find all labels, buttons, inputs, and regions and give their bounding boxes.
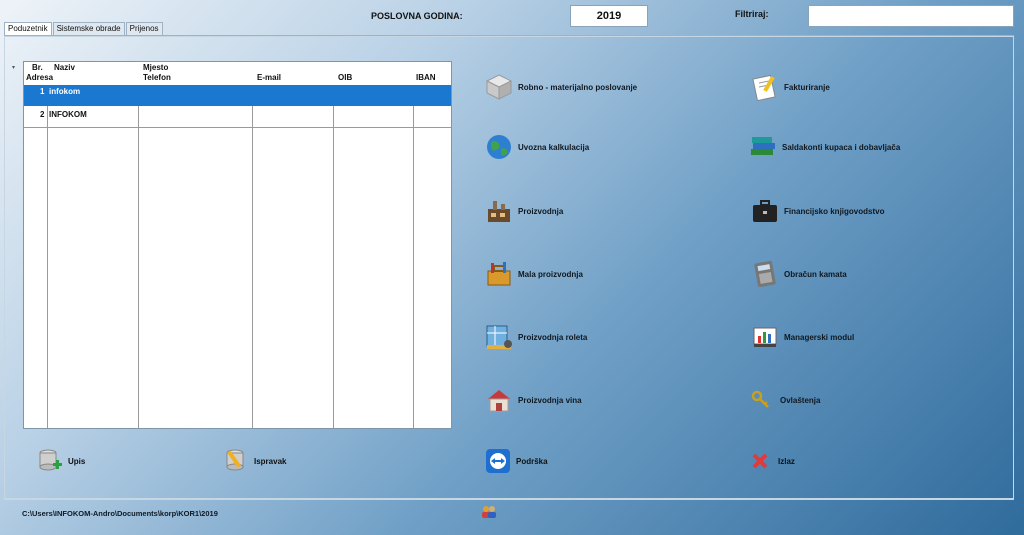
col-header-telefon[interactable]: Telefon bbox=[143, 73, 171, 83]
col-header-email[interactable]: E-mail bbox=[257, 73, 281, 83]
filter-input[interactable] bbox=[808, 5, 1014, 27]
izlaz-label: Izlaz bbox=[778, 456, 795, 466]
table-row[interactable]: 2 INFOKOM bbox=[24, 106, 451, 128]
cube-icon bbox=[484, 72, 514, 102]
col-header-mjesto[interactable]: Mjesto bbox=[143, 63, 168, 73]
col-header-br[interactable]: Br. bbox=[32, 63, 43, 73]
tab-sistemske-obrade[interactable]: Sistemske obrade bbox=[52, 22, 125, 35]
module-obracun-kamata[interactable]: Obračun kamata bbox=[750, 259, 847, 289]
status-divider bbox=[4, 499, 1014, 500]
podrska-label: Podrška bbox=[516, 456, 548, 466]
module-label: Obračun kamata bbox=[784, 269, 847, 279]
module-proizvodnja-roleta[interactable]: Proizvodnja roleta bbox=[484, 322, 587, 352]
module-proizvodnja[interactable]: Proizvodnja bbox=[484, 196, 563, 226]
globe-icon bbox=[484, 132, 514, 162]
module-label: Proizvodnja roleta bbox=[518, 332, 588, 342]
table-row[interactable]: 1 infokom bbox=[24, 85, 451, 106]
key-icon bbox=[746, 385, 776, 415]
tab-prijenos[interactable]: Prijenos bbox=[125, 22, 163, 35]
database-add-icon bbox=[36, 447, 64, 475]
module-saldakonti[interactable]: Saldakonti kupaca i dobavljača bbox=[748, 132, 900, 162]
tab-strip: Poduzetnik Sistemske obrade Prijenos bbox=[4, 22, 164, 35]
module-label: Proizvodnja vina bbox=[518, 395, 582, 405]
upis-button[interactable]: Upis bbox=[36, 447, 85, 475]
books-icon bbox=[748, 132, 778, 162]
module-managerski-modul[interactable]: Managerski modul bbox=[750, 322, 854, 352]
module-label: Robno - materijalno poslovanje bbox=[518, 82, 638, 92]
cell-naziv: INFOKOM bbox=[49, 110, 87, 119]
module-proizvodnja-vina[interactable]: Proizvodnja vina bbox=[484, 385, 582, 415]
col-header-oib[interactable]: OIB bbox=[338, 73, 352, 83]
col-header-naziv[interactable]: Naziv bbox=[54, 63, 75, 73]
fiscal-year-field[interactable]: 2019 bbox=[570, 5, 648, 27]
teamviewer-icon bbox=[484, 447, 512, 475]
database-edit-icon bbox=[222, 447, 250, 475]
module-label: Ovlaštenja bbox=[780, 395, 821, 405]
cell-br: 2 bbox=[40, 110, 45, 119]
calculator-icon bbox=[750, 259, 780, 289]
row-indicator-icon: ▾ bbox=[12, 65, 16, 71]
close-icon bbox=[746, 447, 774, 475]
module-label: Fakturiranje bbox=[784, 82, 830, 92]
house-icon bbox=[484, 385, 514, 415]
cell-naziv: infokom bbox=[49, 87, 81, 96]
module-label: Mala proizvodnja bbox=[518, 269, 583, 279]
module-label: Saldakonti kupaca i dobavljača bbox=[782, 142, 901, 152]
cell-br: 1 bbox=[40, 87, 45, 96]
fiscal-year-label: POSLOVNA GODINA: bbox=[371, 11, 463, 21]
tab-poduzetnik[interactable]: Poduzetnik bbox=[4, 22, 52, 35]
module-financijsko-knjigovodstvo[interactable]: Financijsko knjigovodstvo bbox=[750, 196, 884, 226]
filter-label: Filtriraj: bbox=[735, 9, 769, 19]
blueprint-icon bbox=[484, 322, 514, 352]
izlaz-button[interactable]: Izlaz bbox=[746, 447, 795, 475]
module-label: Uvozna kalkulacija bbox=[518, 142, 590, 152]
ispravak-button[interactable]: Ispravak bbox=[222, 447, 286, 475]
module-label: Financijsko knjigovodstvo bbox=[784, 206, 885, 216]
chart-icon bbox=[750, 322, 780, 352]
module-mala-proizvodnja[interactable]: Mala proizvodnja bbox=[484, 259, 583, 289]
module-fakturiranje[interactable]: Fakturiranje bbox=[750, 72, 830, 102]
company-grid[interactable]: Br. Naziv Mjesto Adresa Telefon E-mail O… bbox=[23, 61, 452, 429]
users-icon[interactable] bbox=[481, 505, 497, 521]
toolbox-icon bbox=[484, 259, 514, 289]
module-robno-materijalno[interactable]: Robno - materijalno poslovanje bbox=[484, 72, 637, 102]
grid-header: Br. Naziv Mjesto Adresa Telefon E-mail O… bbox=[24, 62, 451, 86]
podrska-button[interactable]: Podrška bbox=[484, 447, 548, 475]
factory-icon bbox=[484, 196, 514, 226]
ispravak-label: Ispravak bbox=[254, 456, 287, 466]
upis-label: Upis bbox=[68, 456, 86, 466]
col-header-iban[interactable]: IBAN bbox=[416, 73, 436, 83]
module-ovlastenja[interactable]: Ovlaštenja bbox=[746, 385, 820, 415]
invoice-icon bbox=[750, 72, 780, 102]
col-header-adresa[interactable]: Adresa bbox=[26, 73, 53, 83]
module-uvozna-kalkulacija[interactable]: Uvozna kalkulacija bbox=[484, 132, 589, 162]
module-label: Proizvodnja bbox=[518, 206, 564, 216]
data-path: C:\Users\INFOKOM-Andro\Documents\korp\KO… bbox=[22, 509, 218, 518]
module-label: Managerski modul bbox=[784, 332, 855, 342]
briefcase-icon bbox=[750, 196, 780, 226]
